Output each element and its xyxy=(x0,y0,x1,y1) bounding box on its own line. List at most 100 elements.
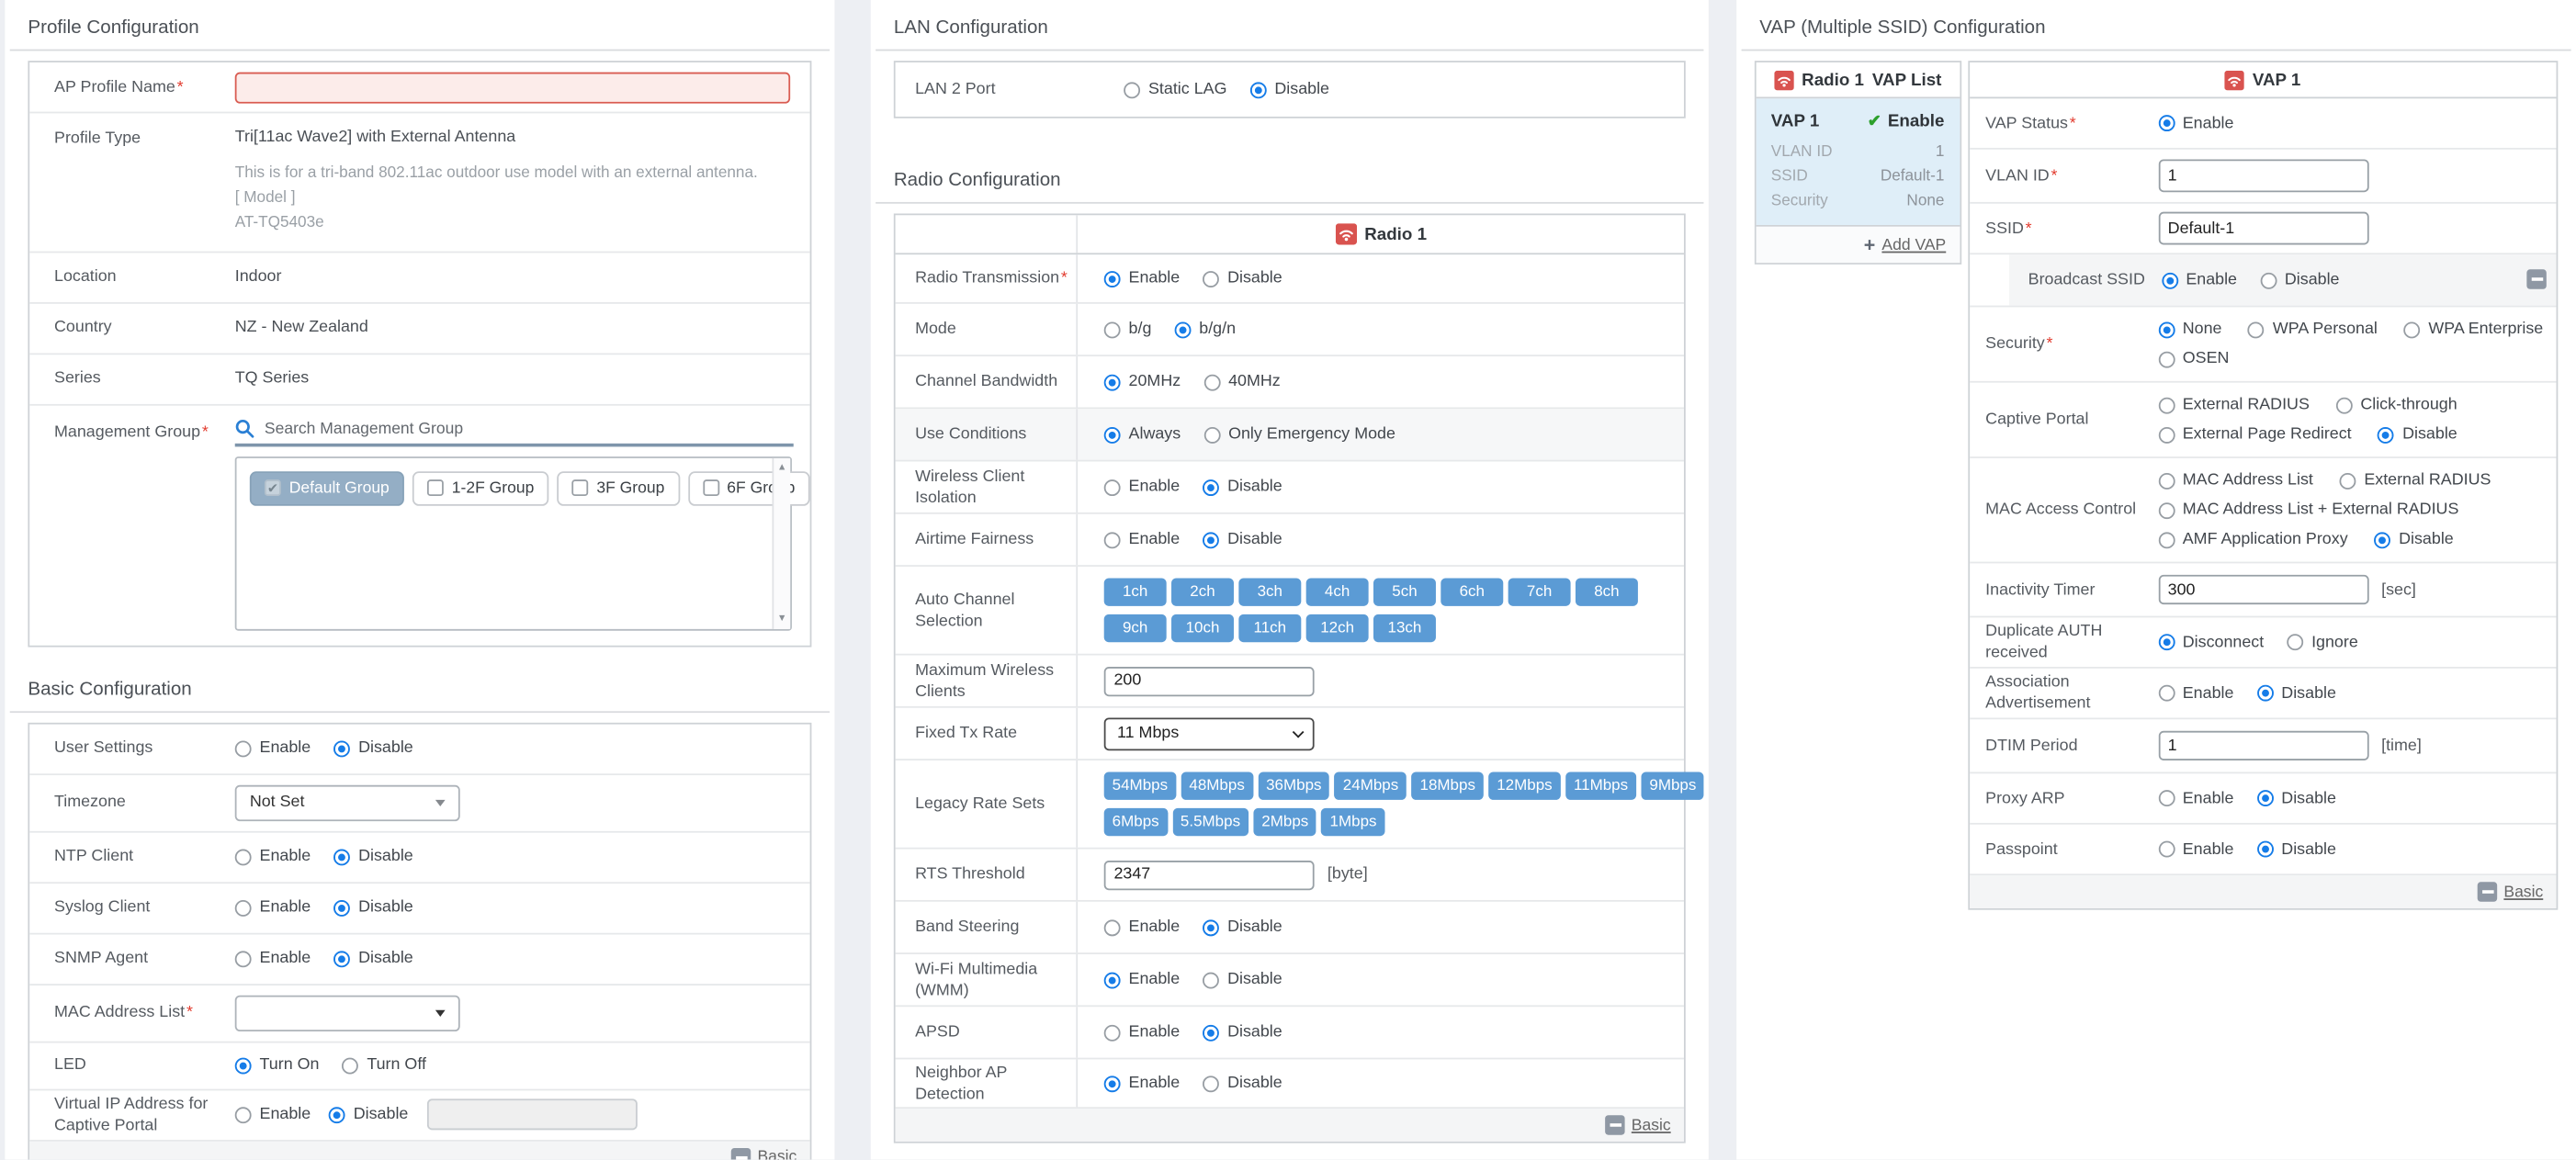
radio-selected-icon[interactable] xyxy=(1104,426,1121,443)
radio-option-osen[interactable]: OSEN xyxy=(2158,350,2230,368)
radio-selected-icon[interactable] xyxy=(1203,1024,1219,1041)
radio-option-enable[interactable]: Enable xyxy=(1104,1023,1181,1042)
basic-toggle-link[interactable]: Basic xyxy=(1632,1116,1671,1134)
radio-option-enable[interactable]: Enable xyxy=(235,739,311,758)
radio-icon[interactable] xyxy=(2336,397,2353,413)
checkbox-icon[interactable] xyxy=(702,479,718,496)
scroll-down-icon[interactable]: ▼ xyxy=(777,614,787,624)
virtual-ip-input[interactable] xyxy=(426,1098,637,1130)
radio-option-enable[interactable]: Enable xyxy=(1104,269,1181,287)
radio-icon[interactable] xyxy=(1203,972,1219,988)
radio-selected-icon[interactable] xyxy=(329,1107,345,1123)
group-chip-default[interactable]: ✔Default Group xyxy=(250,470,404,505)
radio-icon[interactable] xyxy=(1104,919,1121,936)
radio-option-amf-application-proxy[interactable]: AMF Application Proxy xyxy=(2158,531,2348,549)
radio-icon[interactable] xyxy=(2248,321,2265,338)
radio-selected-icon[interactable] xyxy=(2158,115,2175,131)
radio-option-always[interactable]: Always xyxy=(1104,425,1181,444)
radio-icon[interactable] xyxy=(2158,841,2175,858)
radio-option-external-page-redirect[interactable]: External Page Redirect xyxy=(2158,425,2352,444)
radio-icon[interactable] xyxy=(343,1057,359,1074)
rate-button[interactable]: 18Mbps xyxy=(1412,771,1484,799)
radio-option-enable[interactable]: Enable xyxy=(2158,789,2234,807)
radio-selected-icon[interactable] xyxy=(1104,972,1121,988)
vap1-list-item[interactable]: VAP 1 ✔Enable VLAN ID1 SSIDDefault-1 Sec… xyxy=(1757,98,1960,226)
radio-icon[interactable] xyxy=(2158,790,2175,806)
radio-option-disable[interactable]: Disable xyxy=(1203,531,1282,549)
radio-option-disable[interactable]: Disable xyxy=(333,739,412,758)
fixed-tx-rate-select[interactable]: 11 Mbps xyxy=(1104,717,1315,750)
radio-selected-icon[interactable] xyxy=(1203,479,1219,495)
group-chip-1-2f[interactable]: 1-2F Group xyxy=(412,470,549,505)
radio-option-enable[interactable]: Enable xyxy=(235,848,311,866)
radio-icon[interactable] xyxy=(2287,634,2303,650)
radio-selected-icon[interactable] xyxy=(1203,532,1219,548)
group-chip-6f[interactable]: 6F Group xyxy=(687,470,809,505)
ap-profile-name-input[interactable] xyxy=(235,72,790,103)
radio-option-external-radius[interactable]: External RADIUS xyxy=(2158,396,2310,414)
radio-option-ignore[interactable]: Ignore xyxy=(2287,633,2358,651)
radio-option-disable[interactable]: Disable xyxy=(333,950,412,968)
radio-option-mac-list-plus-radius[interactable]: MAC Address List + External RADIUS xyxy=(2158,501,2458,519)
radio-selected-icon[interactable] xyxy=(2256,841,2273,858)
minus-icon[interactable] xyxy=(2478,882,2497,901)
radio-option-enable[interactable]: Enable xyxy=(2161,271,2237,289)
radio-selected-icon[interactable] xyxy=(2256,790,2273,806)
basic-toggle-link[interactable]: Basic xyxy=(757,1148,797,1159)
radio-selected-icon[interactable] xyxy=(2158,634,2175,650)
radio-option-enable[interactable]: Enable xyxy=(1104,918,1181,937)
radio-selected-icon[interactable] xyxy=(333,951,350,967)
radio-option-enable[interactable]: Enable xyxy=(235,1106,311,1124)
radio-icon[interactable] xyxy=(1104,532,1121,548)
channel-button[interactable]: 3ch xyxy=(1238,578,1301,605)
rate-button[interactable]: 48Mbps xyxy=(1181,771,1252,799)
channel-button[interactable]: 7ch xyxy=(1508,578,1571,605)
radio-icon[interactable] xyxy=(1124,82,1140,98)
scroll-up-icon[interactable]: ▲ xyxy=(777,463,787,473)
radio-selected-icon[interactable] xyxy=(2374,532,2390,548)
radio-icon[interactable] xyxy=(2158,685,2175,702)
radio-option-emergency[interactable]: Only Emergency Mode xyxy=(1203,425,1395,444)
radio-icon[interactable] xyxy=(2158,472,2175,489)
radio-option-bg[interactable]: b/g xyxy=(1104,321,1152,339)
channel-button[interactable]: 10ch xyxy=(1171,614,1234,642)
radio-option-enable[interactable]: Enable xyxy=(1104,1075,1181,1093)
radio-option-disconnect[interactable]: Disconnect xyxy=(2158,633,2264,651)
radio-icon[interactable] xyxy=(2158,351,2175,367)
radio-option-disable[interactable]: Disable xyxy=(1203,478,1282,496)
radio-selected-icon[interactable] xyxy=(1104,374,1121,390)
radio-selected-icon[interactable] xyxy=(235,1057,252,1074)
radio-option-enable[interactable]: Enable xyxy=(235,950,311,968)
radio-icon[interactable] xyxy=(2339,472,2356,489)
radio-option-enable[interactable]: Enable xyxy=(2158,840,2234,859)
radio-selected-icon[interactable] xyxy=(2158,321,2175,338)
radio-icon[interactable] xyxy=(235,1107,252,1123)
rate-button[interactable]: 5.5Mbps xyxy=(1172,808,1248,836)
rate-button[interactable]: 36Mbps xyxy=(1258,771,1329,799)
radio-icon[interactable] xyxy=(1104,321,1121,338)
radio-icon[interactable] xyxy=(235,951,252,967)
radio-option-wpa-personal[interactable]: WPA Personal xyxy=(2248,321,2378,339)
radio-selected-icon[interactable] xyxy=(333,740,350,757)
channel-button[interactable]: 1ch xyxy=(1104,578,1167,605)
channel-button[interactable]: 2ch xyxy=(1171,578,1234,605)
rate-button[interactable]: 1Mbps xyxy=(1322,808,1385,836)
radio-selected-icon[interactable] xyxy=(1250,82,1267,98)
rts-threshold-input[interactable] xyxy=(1104,860,1315,889)
radio-selected-icon[interactable] xyxy=(2378,426,2394,443)
inactivity-timer-input[interactable] xyxy=(2158,575,2368,604)
rate-button[interactable]: 11Mbps xyxy=(1565,771,1636,799)
checkbox-icon[interactable] xyxy=(427,479,444,496)
checkbox-icon[interactable] xyxy=(572,479,589,496)
radio-icon[interactable] xyxy=(235,899,252,916)
radio-icon[interactable] xyxy=(1203,1075,1219,1091)
radio-option-mac-address-list[interactable]: MAC Address List xyxy=(2158,471,2313,490)
radio-option-disable[interactable]: Disable xyxy=(2256,684,2335,703)
mac-address-list-select[interactable] xyxy=(235,995,460,1030)
radio-icon[interactable] xyxy=(1104,479,1121,495)
channel-button[interactable]: 11ch xyxy=(1238,614,1301,642)
radio-option-enable[interactable]: Enable xyxy=(2158,114,2234,132)
radio-selected-icon[interactable] xyxy=(2161,272,2177,288)
rate-button[interactable]: 6Mbps xyxy=(1104,808,1168,836)
rate-button[interactable]: 54Mbps xyxy=(1104,771,1176,799)
